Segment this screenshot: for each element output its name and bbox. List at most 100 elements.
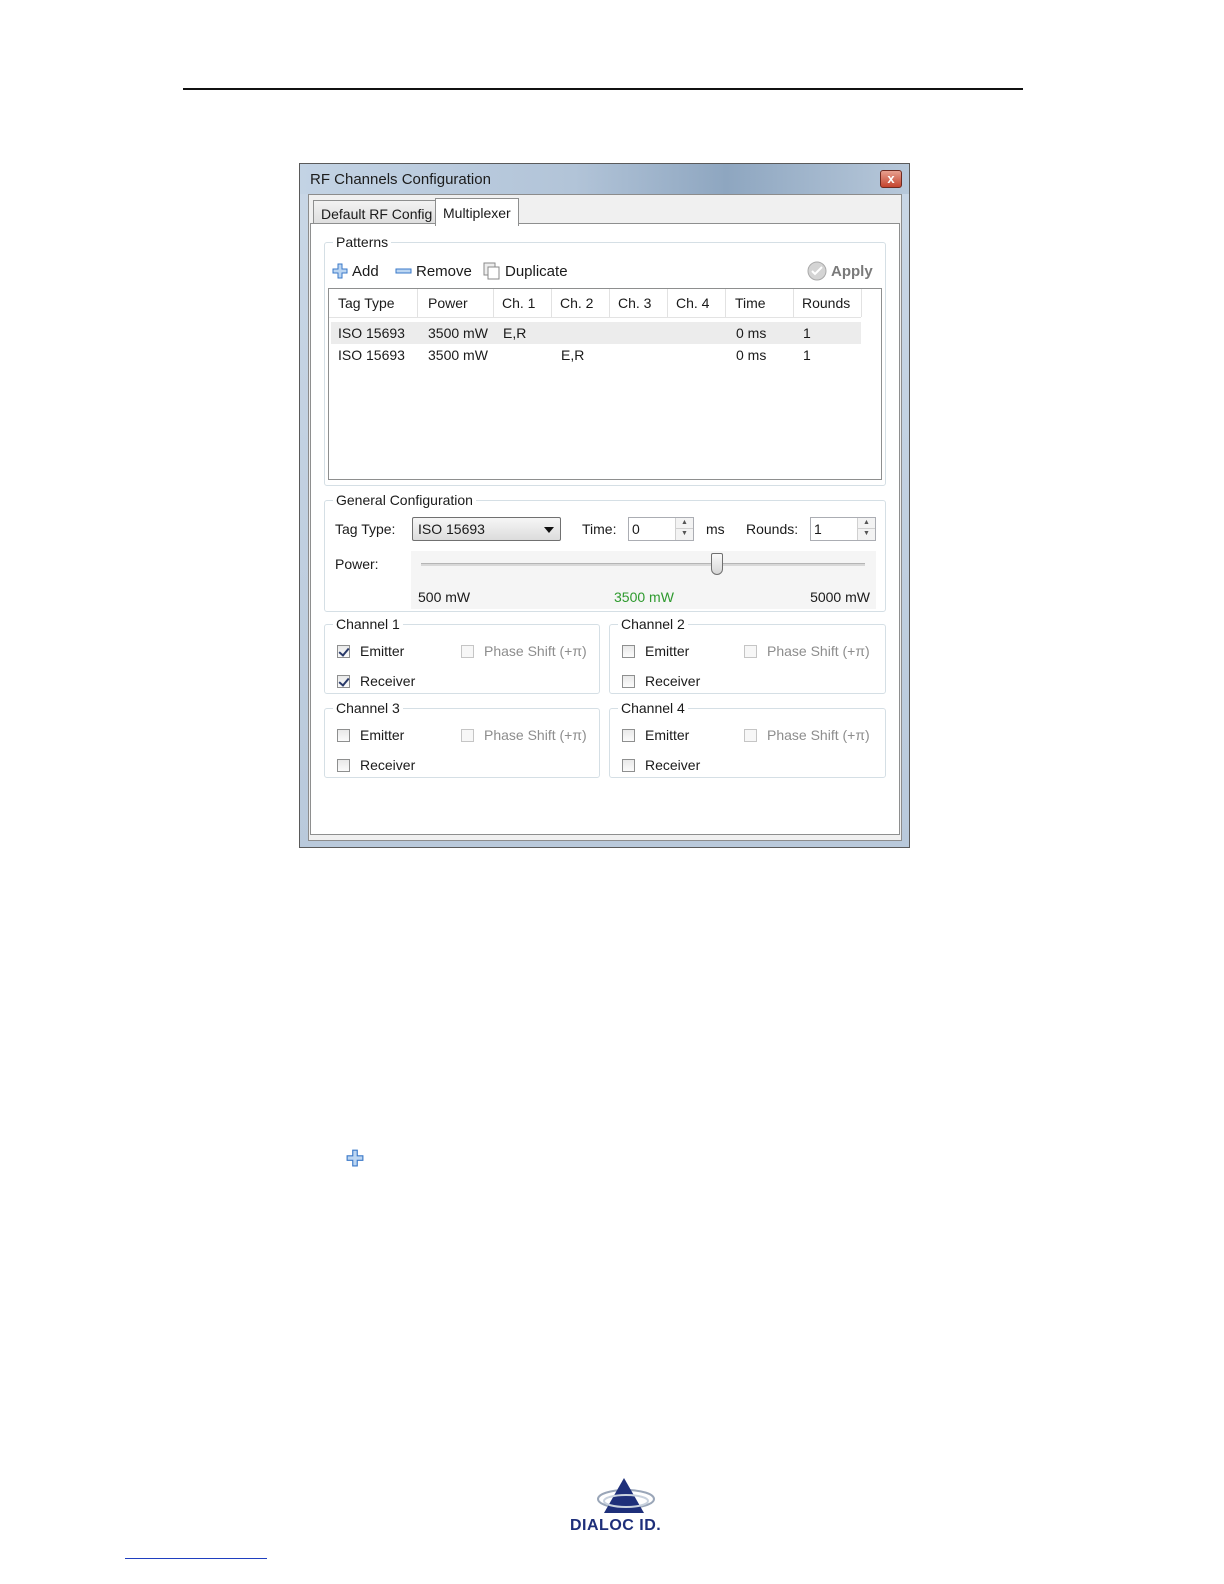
channel-2-legend: Channel 2 [618,616,688,632]
power-current-label: 3500 mW [614,589,674,605]
spin-down-icon[interactable]: ▼ [858,529,875,539]
close-button[interactable]: x [880,170,902,188]
channel-3-emitter-label[interactable]: Emitter [360,727,404,743]
page-top-rule [183,88,1023,90]
power-label: Power: [335,556,379,572]
tag-type-select[interactable]: ISO 15693 [412,517,561,541]
channel-1-group: Channel 1 Emitter Phase Shift (+π) Recei… [324,616,600,694]
slider-thumb[interactable] [711,553,723,575]
tab-multiplexer[interactable]: Multiplexer [435,198,519,226]
channel-3-receiver-checkbox[interactable] [337,759,350,772]
tab-label: Multiplexer [443,205,511,221]
channel-2-emitter-checkbox[interactable] [622,645,635,658]
plus-icon [346,1149,364,1167]
multiplexer-panel: Patterns Add Remove Duplicate Apply Tag … [310,223,900,835]
patterns-legend: Patterns [333,234,392,250]
cell-rounds: 1 [803,347,811,363]
channel-1-emitter-label[interactable]: Emitter [360,643,404,659]
channel-4-phase-checkbox[interactable] [744,729,757,742]
power-slider[interactable]: 500 mW 3500 mW 5000 mW [411,551,876,609]
time-value: 0 [632,521,640,537]
power-max-label: 5000 mW [810,589,870,605]
channel-4-emitter-checkbox[interactable] [622,729,635,742]
channel-1-receiver-label[interactable]: Receiver [360,673,415,689]
channel-4-emitter-label[interactable]: Emitter [645,727,689,743]
tab-default-rf-config[interactable]: Default RF Config [313,200,441,224]
channel-4-legend: Channel 4 [618,700,688,716]
channel-4-receiver-label[interactable]: Receiver [645,757,700,773]
channel-4-phase-label: Phase Shift (+π) [767,727,870,743]
channel-2-receiver-label[interactable]: Receiver [645,673,700,689]
spin-up-icon[interactable]: ▲ [676,518,693,529]
general-config-legend: General Configuration [333,492,476,508]
cell-ch1: E,R [503,325,527,341]
cell-time: 0 ms [736,347,767,363]
duplicate-icon [483,262,500,280]
channel-2-phase-label: Phase Shift (+π) [767,643,870,659]
grid-header: Tag Type Power Ch. 1 Ch. 2 Ch. 3 Ch. 4 T… [329,289,862,318]
column-header-ch4[interactable]: Ch. 4 [676,295,709,311]
channel-3-phase-label: Phase Shift (+π) [484,727,587,743]
check-circle-icon [807,261,827,281]
rf-channels-window: RF Channels Configuration x Default RF C… [299,163,910,848]
cell-tag-type: ISO 15693 [338,347,405,363]
logo-text: DIALOC ID. [570,1517,662,1534]
time-label: Time: [582,521,617,537]
channel-2-phase-checkbox[interactable] [744,645,757,658]
cell-tag-type: ISO 15693 [338,325,405,341]
spin-down-icon[interactable]: ▼ [676,529,693,539]
footer-rule [125,1558,267,1559]
spin-up-icon[interactable]: ▲ [858,518,875,529]
window-client: Default RF Config Multiplexer Patterns A… [308,194,902,841]
channel-3-receiver-label[interactable]: Receiver [360,757,415,773]
power-min-label: 500 mW [418,589,471,605]
table-row[interactable]: ISO 15693 3500 mW E,R 0 ms 1 [331,344,861,366]
column-header-ch1[interactable]: Ch. 1 [502,295,535,311]
title-bar[interactable]: RF Channels Configuration x [300,164,909,194]
patterns-group: Patterns Add Remove Duplicate Apply Tag … [324,234,886,486]
channel-2-receiver-checkbox[interactable] [622,675,635,688]
duplicate-button[interactable]: Duplicate [483,261,568,281]
channel-1-emitter-checkbox[interactable] [337,645,350,658]
channel-1-legend: Channel 1 [333,616,403,632]
channel-4-receiver-checkbox[interactable] [622,759,635,772]
channel-3-emitter-checkbox[interactable] [337,729,350,742]
channel-1-receiver-checkbox[interactable] [337,675,350,688]
cell-time: 0 ms [736,325,767,341]
apply-button[interactable]: Apply [807,261,873,281]
apply-label: Apply [831,262,873,280]
table-row[interactable]: ISO 15693 3500 mW E,R 0 ms 1 [331,322,861,344]
remove-label: Remove [416,262,472,280]
channel-4-group: Channel 4 Emitter Phase Shift (+π) Recei… [609,700,886,778]
channel-3-phase-checkbox[interactable] [461,729,474,742]
column-header-tag-type[interactable]: Tag Type [338,295,395,311]
slider-track[interactable] [421,563,865,566]
remove-button[interactable]: Remove [395,261,472,281]
time-spinner[interactable]: 0 ▲ ▼ [628,517,694,541]
channel-1-phase-checkbox[interactable] [461,645,474,658]
column-header-ch3[interactable]: Ch. 3 [618,295,651,311]
column-header-ch2[interactable]: Ch. 2 [560,295,593,311]
cell-rounds: 1 [803,325,811,341]
channel-2-emitter-label[interactable]: Emitter [645,643,689,659]
rounds-value: 1 [814,521,822,537]
column-header-time[interactable]: Time [735,295,766,311]
cell-power: 3500 mW [428,347,488,363]
column-header-power[interactable]: Power [428,295,468,311]
duplicate-label: Duplicate [505,262,568,280]
add-button[interactable]: Add [332,261,379,281]
column-header-rounds[interactable]: Rounds [802,295,850,311]
rounds-spinner[interactable]: 1 ▲ ▼ [810,517,876,541]
tag-type-value: ISO 15693 [418,521,485,537]
general-config-group: General Configuration Tag Type: ISO 1569… [324,492,886,612]
plus-icon [332,263,348,279]
channel-3-legend: Channel 3 [333,700,403,716]
chevron-down-icon [544,527,554,533]
time-unit: ms [706,521,725,537]
add-label: Add [352,262,379,280]
minus-icon [395,268,412,274]
channel-2-group: Channel 2 Emitter Phase Shift (+π) Recei… [609,616,886,694]
patterns-grid[interactable]: Tag Type Power Ch. 1 Ch. 2 Ch. 3 Ch. 4 T… [328,288,882,480]
dialoc-logo: DIALOC ID. [568,1475,688,1535]
tab-label: Default RF Config [321,206,433,222]
